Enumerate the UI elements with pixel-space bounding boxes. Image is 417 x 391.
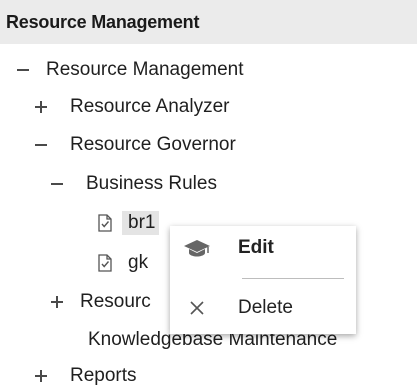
tree-node-resource-analyzer[interactable]: Resource Analyzer — [30, 92, 229, 122]
tree-node-label: Resource Analyzer — [70, 96, 230, 117]
context-menu: Edit Delete — [170, 226, 356, 334]
tree-node-label: Resource Management — [46, 59, 244, 80]
close-icon — [170, 299, 224, 317]
menu-item-label: Edit — [238, 237, 274, 258]
tree-node-label: Reports — [70, 365, 137, 386]
menu-item-edit[interactable]: Edit — [170, 226, 356, 270]
tree-node-label: br1 — [122, 211, 160, 235]
tree-node-label: Resourc — [80, 291, 151, 312]
menu-separator — [242, 278, 344, 279]
tree-node-gk[interactable]: gk — [98, 248, 148, 278]
tree-node-business-rules[interactable]: Business Rules — [46, 169, 217, 199]
collapse-icon[interactable] — [46, 169, 68, 199]
expand-icon[interactable] — [30, 92, 52, 122]
document-check-icon — [98, 214, 112, 232]
menu-item-delete[interactable]: Delete — [170, 286, 356, 330]
tree-node-label: Business Rules — [86, 173, 217, 194]
tree-node-reports[interactable]: Reports — [30, 361, 137, 391]
document-check-icon — [98, 254, 112, 272]
expand-icon[interactable] — [30, 361, 52, 391]
resource-tree: Resource Management Resource Analyzer Re… — [0, 44, 417, 389]
tree-node-label: gk — [128, 252, 149, 273]
menu-item-label: Delete — [238, 297, 293, 318]
tree-node-resource-partial[interactable]: Resourc — [46, 287, 151, 317]
collapse-icon[interactable] — [12, 55, 34, 85]
collapse-icon[interactable] — [30, 130, 52, 160]
panel-title: Resource Management — [6, 11, 200, 32]
tree-node-br1[interactable]: br1 — [98, 208, 160, 238]
expand-icon[interactable] — [46, 287, 68, 317]
tree-node-label: Resource Governor — [70, 134, 236, 155]
tree-node-resource-management[interactable]: Resource Management — [12, 55, 244, 85]
panel-header: Resource Management — [0, 0, 417, 44]
tree-node-resource-governor[interactable]: Resource Governor — [30, 130, 236, 160]
graduation-cap-icon — [170, 238, 224, 258]
